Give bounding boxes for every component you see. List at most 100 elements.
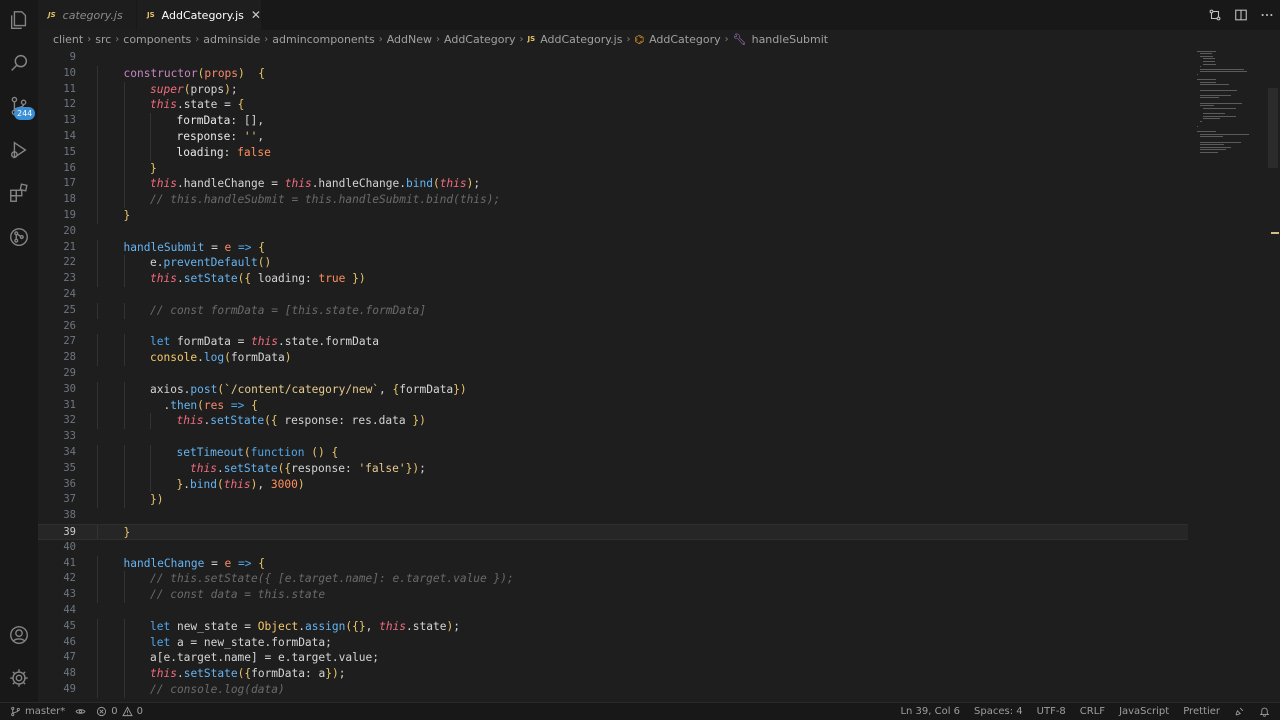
language-mode[interactable]: JavaScript	[1119, 706, 1169, 717]
indent-guide	[123, 192, 125, 208]
indent-guide	[97, 65, 98, 82]
code-line[interactable]: 37})	[38, 492, 1188, 509]
tab-category-js[interactable]: JS category.js	[38, 0, 136, 30]
run-debug-icon[interactable]	[8, 139, 30, 161]
breadcrumb-folder[interactable]: adminside	[203, 33, 260, 46]
code-line[interactable]: 25 // const formData = [this.state.formDa…	[38, 302, 1188, 319]
end-of-line[interactable]: CRLF	[1080, 706, 1105, 717]
breadcrumb-folder[interactable]: src	[95, 33, 111, 46]
minimap-line	[1197, 79, 1216, 81]
breadcrumb-folder[interactable]: client	[53, 33, 83, 46]
code-line[interactable]: 47 a[e.target.name] = e.target.value;	[38, 650, 1188, 667]
breadcrumb-folder[interactable]: components	[123, 33, 191, 46]
code-line[interactable]: 27 let formData = this.state.formData	[38, 334, 1188, 351]
search-icon[interactable]	[8, 52, 30, 74]
tab-addcategory-js[interactable]: JS AddCategory.js ✕	[137, 0, 261, 30]
indent-guide	[97, 397, 98, 414]
code-line[interactable]: 16}	[38, 160, 1188, 177]
code-line[interactable]: 38	[38, 508, 1188, 524]
code-line[interactable]: 23 this.setState({ loading: true })	[38, 271, 1188, 287]
file-encoding[interactable]: UTF-8	[1037, 706, 1066, 717]
code-line[interactable]: 41 handleChange = e => {	[38, 555, 1188, 572]
explorer-icon[interactable]	[8, 9, 30, 31]
code-line[interactable]: 40	[38, 540, 1188, 556]
breadcrumb-folder[interactable]: AddCategory	[444, 33, 516, 46]
code-line[interactable]: 22 e.preventDefault()	[38, 255, 1188, 272]
account-icon[interactable]	[8, 624, 30, 646]
code-line[interactable]: 15 loading: false	[38, 144, 1188, 161]
minimap-line	[1200, 97, 1219, 99]
code-line[interactable]: 48 this.setState({formData: a});	[38, 666, 1188, 682]
code-line[interactable]: 39}	[38, 524, 1188, 540]
line-number: 15	[63, 145, 76, 158]
code-line[interactable]: 10 constructor(props) {	[38, 65, 1188, 82]
formatter-status[interactable]: Prettier	[1183, 706, 1220, 717]
code-line[interactable]: 44	[38, 603, 1188, 619]
code-line[interactable]: 30 axios.post(`/content/category/new`, {f…	[38, 381, 1188, 398]
git-branch-status[interactable]: master*	[10, 706, 65, 717]
git-graph-icon[interactable]	[8, 226, 30, 248]
problems-status[interactable]: 0 0	[96, 706, 143, 717]
chevron-right-icon: ›	[115, 33, 120, 45]
code-line[interactable]: 20	[38, 224, 1188, 240]
code-line[interactable]: 17 this.handleChange = this.handleChange.…	[38, 176, 1188, 193]
indent-guide	[97, 113, 98, 129]
breadcrumb-folder[interactable]: admincomponents	[272, 33, 374, 46]
code-line[interactable]: 19}	[38, 208, 1188, 224]
code-line[interactable]: 9	[38, 50, 1188, 66]
split-editor-icon[interactable]	[1228, 0, 1254, 30]
minimap[interactable]	[1190, 48, 1280, 188]
code-line[interactable]: 21 handleSubmit = e => {	[38, 239, 1188, 256]
code-editor[interactable]: 9 10 constructor(props) {11 super(props); 12…	[38, 48, 1188, 702]
breadcrumb-method[interactable]: handleSubmit	[752, 33, 829, 46]
code-line[interactable]: 12 this.state = {	[38, 97, 1188, 114]
code-line[interactable]: 24	[38, 287, 1188, 303]
indent-guide	[123, 397, 125, 414]
code-line[interactable]: 46 let a = new_state.formData;	[38, 634, 1188, 651]
code-line[interactable]: 35 this.setState({response: 'false'});	[38, 460, 1188, 477]
indent-guide	[97, 381, 98, 398]
breadcrumb-folder[interactable]: AddNew	[387, 33, 432, 46]
line-number: 11	[63, 82, 76, 95]
indent-guide	[97, 634, 98, 651]
sync-status[interactable]	[75, 706, 86, 717]
line-number: 33	[63, 430, 76, 443]
indentation[interactable]: Spaces: 4	[974, 706, 1023, 717]
breadcrumb-file[interactable]: AddCategory.js	[540, 33, 622, 46]
more-actions-icon[interactable]	[1254, 0, 1280, 30]
code-line[interactable]: 34 setTimeout(function () {	[38, 445, 1188, 461]
line-number: 32	[63, 414, 76, 427]
indent-guide	[123, 334, 125, 351]
chevron-right-icon: ›	[264, 33, 269, 45]
code-line[interactable]: 45 let new_state = Object.assign({}, this…	[38, 618, 1188, 635]
extensions-icon[interactable]	[8, 182, 30, 204]
code-line[interactable]: 33	[38, 429, 1188, 445]
line-number: 30	[63, 382, 76, 395]
code-line[interactable]: 49 // console.log(data)	[38, 682, 1188, 698]
indent-guide	[123, 81, 125, 98]
minimap-line	[1200, 81, 1217, 83]
settings-gear-icon[interactable]	[8, 667, 30, 689]
code-line[interactable]: 11 super(props);	[38, 81, 1188, 98]
code-line[interactable]: 14 response: '',	[38, 129, 1188, 145]
breadcrumb-class[interactable]: AddCategory	[649, 33, 721, 46]
code-line[interactable]: 18 // this.handleSubmit = this.handleSubm…	[38, 192, 1188, 208]
close-icon[interactable]: ✕	[251, 8, 261, 22]
line-number: 31	[63, 398, 76, 411]
code-line[interactable]: 32 this.setState({ response: res.data })	[38, 413, 1188, 430]
code-line[interactable]: 36}.bind(this), 3000)	[38, 476, 1188, 493]
code-line[interactable]: 29	[38, 366, 1188, 382]
code-line[interactable]: 31 .then(res => {	[38, 397, 1188, 414]
code-line[interactable]: 42 // this.setState({ [e.target.name]: e.…	[38, 571, 1188, 588]
code-line[interactable]: 13 formData: [],	[38, 113, 1188, 129]
editor-scrollbar[interactable]	[1268, 88, 1278, 168]
code-line[interactable]: 28 console.log(formData)	[38, 350, 1188, 366]
minimap-line	[1200, 66, 1201, 68]
cursor-position[interactable]: Ln 39, Col 6	[900, 706, 960, 717]
minimap-line	[1200, 152, 1218, 153]
code-line[interactable]: 43 // const data = this.state	[38, 587, 1188, 603]
feedback-icon[interactable]	[1234, 706, 1245, 717]
notifications-bell-icon[interactable]	[1259, 706, 1270, 717]
open-changes-icon[interactable]	[1202, 0, 1228, 30]
code-line[interactable]: 26	[38, 319, 1188, 335]
